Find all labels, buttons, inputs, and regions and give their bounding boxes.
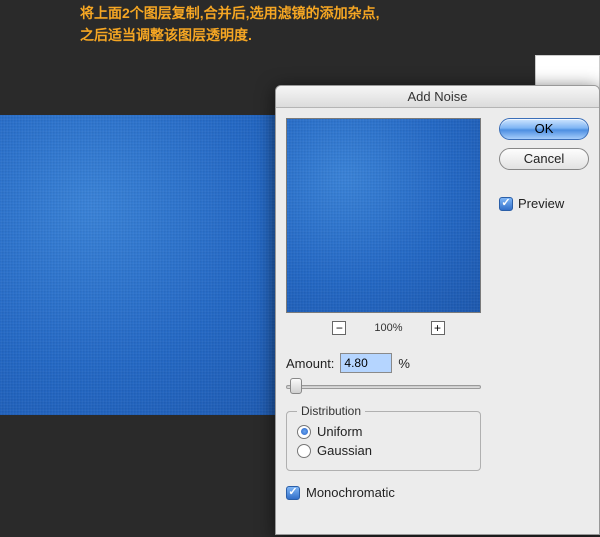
zoom-out-button[interactable]: − [332, 321, 346, 335]
cancel-button[interactable]: Cancel [499, 148, 589, 170]
zoom-in-button[interactable]: + [431, 321, 445, 335]
preview-label: Preview [518, 196, 564, 211]
instruction-text: 将上面2个图层复制,合并后,选用滤镜的添加杂点, 之后适当调整该图层透明度. [80, 2, 379, 47]
radio-uniform-label: Uniform [317, 424, 363, 439]
canvas-preview [0, 115, 305, 415]
dialog-title: Add Noise [276, 86, 599, 108]
distribution-title: Distribution [297, 404, 365, 418]
monochromatic-label: Monochromatic [306, 485, 395, 500]
radio-gaussian-input[interactable] [297, 444, 311, 458]
radio-gaussian-label: Gaussian [317, 443, 372, 458]
slider-track [286, 385, 481, 389]
amount-label: Amount: [286, 356, 334, 371]
ok-button[interactable]: OK [499, 118, 589, 140]
amount-input[interactable] [340, 353, 392, 373]
radio-uniform-input[interactable] [297, 425, 311, 439]
radio-uniform[interactable]: Uniform [297, 424, 470, 439]
instruction-line2: 之后适当调整该图层透明度. [80, 24, 379, 46]
add-noise-dialog: Add Noise − 100% + Amount: % Distributio… [275, 85, 600, 535]
zoom-level: 100% [374, 322, 402, 334]
radio-gaussian[interactable]: Gaussian [297, 443, 470, 458]
preview-checkbox[interactable] [499, 197, 513, 211]
preview-toggle[interactable]: Preview [499, 196, 589, 211]
amount-unit: % [398, 356, 410, 371]
noise-preview[interactable] [286, 118, 481, 313]
monochromatic-checkbox[interactable] [286, 486, 300, 500]
slider-thumb[interactable] [290, 378, 302, 394]
monochromatic-row[interactable]: Monochromatic [286, 485, 491, 500]
instruction-line1: 将上面2个图层复制,合并后,选用滤镜的添加杂点, [80, 2, 379, 24]
distribution-group: Distribution Uniform Gaussian [286, 411, 481, 471]
amount-slider[interactable] [286, 379, 481, 397]
